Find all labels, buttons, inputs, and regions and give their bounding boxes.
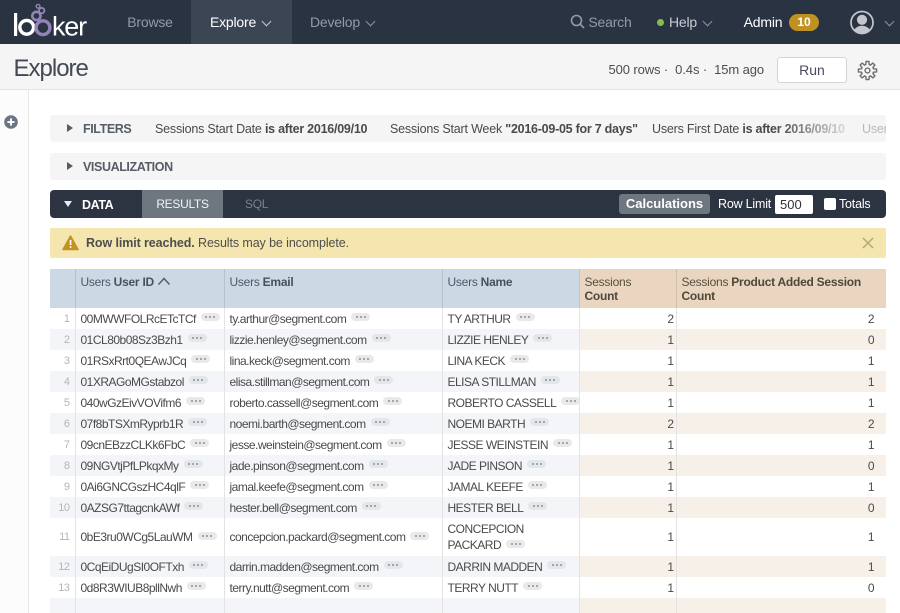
svg-text:ker: ker: [52, 12, 87, 42]
